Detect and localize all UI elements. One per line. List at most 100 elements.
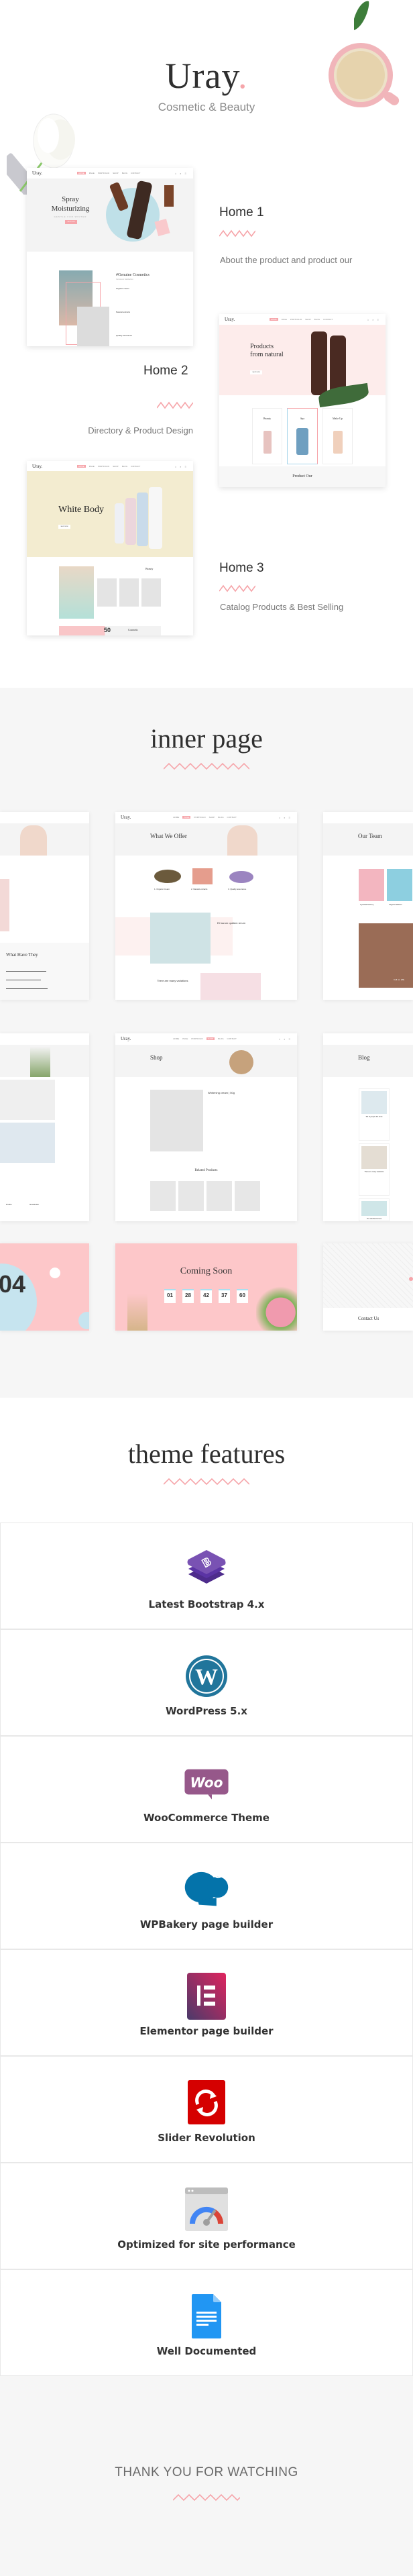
- mock-nav-contact: CONTACT: [227, 1037, 237, 1040]
- home2-description: Directory & Product Design: [88, 425, 193, 435]
- svg-text:Woo: Woo: [190, 1775, 223, 1791]
- blog-post-1-title: Tell of people life circle: [365, 1116, 383, 1118]
- pump-bottle-2: [125, 498, 136, 545]
- skills-heading: What Have They: [6, 952, 38, 958]
- model-photo: [59, 566, 94, 619]
- mock-nav-portfolio: PORTFOLIO: [290, 318, 302, 321]
- countdown: 01 28 42 37 60: [164, 1289, 248, 1303]
- category-beauty-label: Beauty: [263, 417, 272, 420]
- coming-soon-heading: Coming Soon: [180, 1266, 233, 1276]
- mock-navbar: Uray. HOME PAGE PORTFOLIO SHOP BLOG CONT…: [27, 461, 193, 472]
- mock-nav-contact: CONTACT: [131, 465, 141, 468]
- mock-nav-links: HOME PAGE PORTFOLIO SHOP BLOG CONTACT: [269, 318, 333, 321]
- brand-tagline: Cosmetic & Beauty: [158, 101, 255, 113]
- thank-you-text: THANK YOU FOR WATCHING: [115, 2465, 298, 2479]
- home3-hero-button: SHOP NOW: [58, 525, 70, 529]
- zigzag-divider-icon: [157, 401, 193, 409]
- features-title: theme features: [127, 1439, 286, 1469]
- mock-logo: Uray.: [32, 464, 43, 469]
- step-label-3: 3. Quality assurance: [228, 888, 247, 890]
- inner-page-services[interactable]: Uray. HOME PAGE PORTFOLIO SHOP BLOG CONT…: [115, 812, 297, 1000]
- team-photo: [359, 923, 413, 988]
- blog-post-3: The standard chunk: [359, 1198, 390, 1221]
- brand-title: Uray.: [0, 55, 413, 97]
- home2-title: Home 2: [143, 364, 188, 378]
- home1-section-sub: Customers Satisfaction: [116, 278, 133, 280]
- category-card-makeup: Make Up: [322, 408, 353, 464]
- pump-bottle-4: [149, 487, 162, 549]
- product-photo: [77, 307, 109, 346]
- cream-jar: [229, 1050, 253, 1074]
- blog-post-2: There are many variations: [359, 1143, 390, 1196]
- home2-hero-title-1: Products: [250, 343, 274, 350]
- home3-hero-title: White Body: [58, 505, 105, 515]
- home2-hero-title-2: from natural: [250, 351, 284, 358]
- mock-navbar: Uray. HOME PAGE PORTFOLIO SHOP BLOG CONT…: [115, 812, 297, 823]
- home1-section-title: #Genuine Cosmetics: [116, 273, 150, 277]
- category-makeup-label: Make Up: [333, 417, 343, 420]
- home2-mockup[interactable]: Uray. HOME PAGE PORTFOLIO SHOP BLOG CONT…: [219, 314, 386, 487]
- mock-nav-shop: SHOP: [113, 465, 119, 468]
- feature-label: Optimized for site performance: [117, 2238, 296, 2251]
- svg-text:W: W: [195, 1665, 218, 1690]
- mock-logo: Uray.: [121, 815, 131, 820]
- mock-logo: Uray.: [32, 170, 43, 176]
- home2-hero-button: SHOP NOW: [250, 370, 262, 374]
- team-member-1-name: Cynthia McCoy: [360, 903, 374, 906]
- mock-nav-page: PAGE: [88, 465, 95, 468]
- feature-card-wordpress: W WordPress 5.x: [0, 1629, 413, 1736]
- product-tube: [0, 879, 9, 931]
- team-call: Call us: (55): [394, 978, 405, 981]
- inner-page-404[interactable]: 404 Page Not Found: [0, 1243, 89, 1331]
- home1-mockup[interactable]: Uray. HOME PAGE PORTFOLIO SHOP BLOG CONT…: [27, 168, 193, 346]
- contact-heading: Contact Us: [358, 1316, 379, 1321]
- inner-page-shop[interactable]: Uray. HOME PAGE PORTFOLIO SHOP BLOG CONT…: [115, 1033, 297, 1221]
- home2-footer: Product Our: [219, 466, 386, 487]
- mock-nav-contact: CONTACT: [131, 172, 141, 174]
- wpbakery-icon: [184, 1867, 229, 1912]
- inner-page-portfolio[interactable]: Profile Newsletter: [0, 1033, 89, 1221]
- home3-description: Catalog Products & Best Selling: [220, 602, 344, 612]
- mock-nav-portfolio: PORTFOLIO: [194, 816, 206, 819]
- mock-nav-blog: BLOG: [218, 1037, 224, 1040]
- mock-nav-contact: CONTACT: [323, 318, 333, 321]
- portfolio-footer-newsletter: Newsletter: [30, 1203, 40, 1206]
- home2-footer-title: Product Our: [292, 474, 312, 478]
- inner-page-about[interactable]: What Have They: [0, 812, 89, 1000]
- promo-banner: 50 Cosmetic: [59, 626, 161, 635]
- google-docs-icon: [184, 2294, 229, 2339]
- category-spa-label: Spa: [300, 417, 304, 420]
- pump-bottle-3: [137, 493, 148, 546]
- inner-page-team[interactable]: Our Team Cynthia McCoy Virginia Wilson C…: [323, 812, 413, 1000]
- pastel-products-photo: [200, 973, 261, 1000]
- home3-banner: White Body SHOP NOW: [27, 471, 193, 557]
- shop-product-title: Whitening cream | 50g: [208, 1091, 235, 1094]
- inner-pages-section: inner page What Have They Uray. HOME PAG…: [0, 688, 413, 1398]
- mock-nav-portfolio: PORTFOLIO: [191, 1037, 203, 1040]
- wordpress-icon: W: [184, 1653, 229, 1699]
- mock-nav-portfolio: PORTFOLIO: [97, 465, 110, 468]
- home1-description: About the product and product our: [220, 255, 353, 265]
- home1-item-1: Organic cream: [116, 287, 129, 290]
- step-image-2: [192, 868, 213, 884]
- skill-bar-3: [6, 988, 48, 989]
- mock-nav-shop: SHOP: [209, 816, 215, 819]
- home1-hero-title-1: Spray: [62, 195, 79, 203]
- inner-page-contact[interactable]: Contact Us: [323, 1243, 413, 1331]
- mock-nav-page: PAGE: [182, 1037, 188, 1040]
- pagespeed-icon: [184, 2187, 229, 2232]
- feature-card-documentation: Well Documented: [0, 2269, 413, 2376]
- inner-page-coming-soon[interactable]: Coming Soon 01 28 42 37 60: [115, 1243, 297, 1331]
- home3-mockup[interactable]: Uray. HOME PAGE PORTFOLIO SHOP BLOG CONT…: [27, 461, 193, 635]
- flowers: [256, 1285, 297, 1331]
- blog-post-1: Tell of people life circle: [359, 1088, 390, 1141]
- related-product-2: [178, 1181, 204, 1211]
- product-thumb-2: [119, 578, 139, 607]
- inner-page-blog[interactable]: Blog Tell of people life circle There ar…: [323, 1033, 413, 1221]
- portfolio-photo-2: [0, 1123, 55, 1163]
- feature-card-woocommerce: Woo WooCommerce Theme: [0, 1736, 413, 1843]
- countdown-days: 01: [164, 1289, 176, 1303]
- mock-nav-icons: ⌂ ⌕ ≡: [278, 815, 292, 819]
- home1-item-3: Quality assurance: [116, 334, 133, 337]
- countdown-minutes: 42: [200, 1289, 212, 1303]
